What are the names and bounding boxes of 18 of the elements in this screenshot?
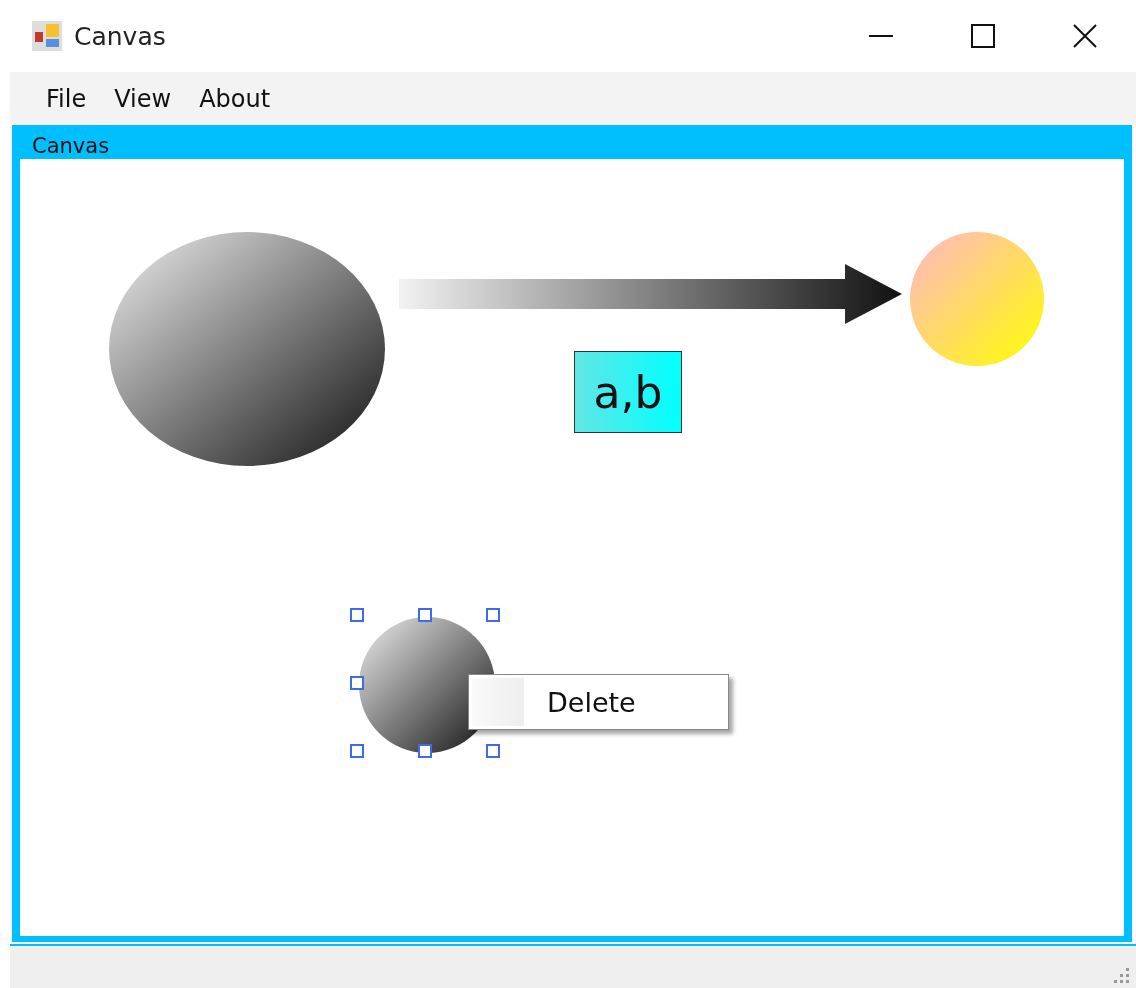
selection-handle[interactable] — [418, 744, 432, 758]
menu-item[interactable]: File — [32, 80, 101, 117]
close-icon — [1073, 24, 1097, 48]
selection-handle[interactable] — [350, 608, 364, 622]
selection-handle[interactable] — [486, 744, 500, 758]
selection-handle[interactable] — [350, 744, 364, 758]
window-title: Canvas — [74, 21, 166, 51]
minimize-icon — [869, 35, 893, 37]
selection-handle[interactable] — [486, 608, 500, 622]
menu-item[interactable]: View — [100, 80, 186, 117]
resize-grip-icon — [1114, 968, 1130, 984]
maximize-icon — [971, 24, 995, 48]
selection-handle[interactable] — [350, 676, 364, 690]
text-label: a,b — [574, 351, 682, 433]
selection-handle[interactable] — [418, 608, 432, 622]
menu-item[interactable]: About — [185, 80, 285, 117]
drawing-canvas[interactable]: a,b Delete — [18, 157, 1126, 938]
app-icon — [32, 21, 62, 51]
